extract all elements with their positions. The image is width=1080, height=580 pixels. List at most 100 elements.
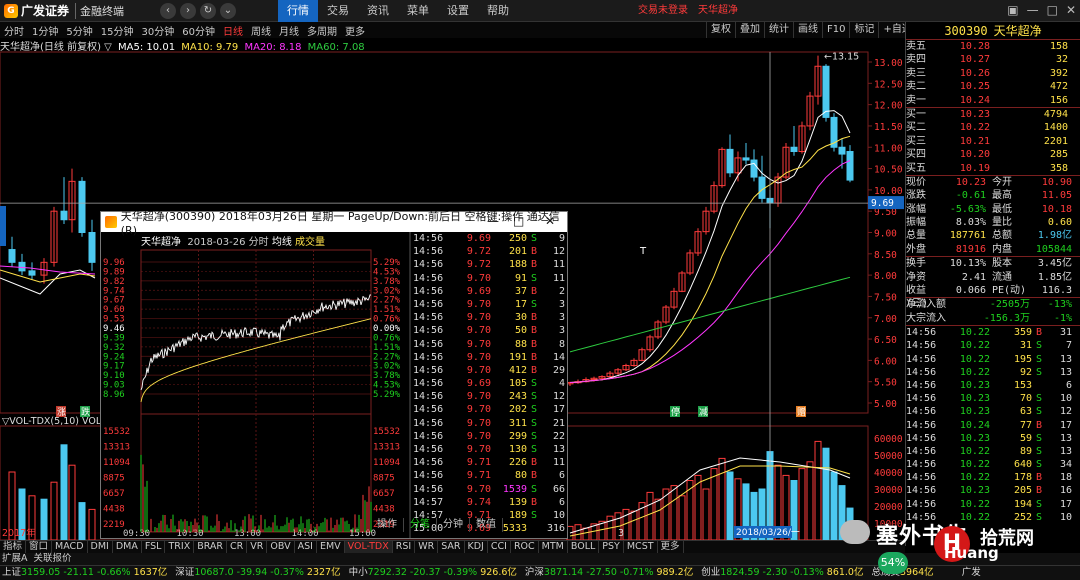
- indicator-tab-2[interactable]: MACD: [52, 541, 88, 553]
- index-item[interactable]: 创业1824.59 -2.30 -0.13% 861.0亿: [701, 566, 863, 580]
- indicator-tab-12[interactable]: EMV: [317, 541, 345, 553]
- indicator-tab-4[interactable]: DMA: [113, 541, 142, 553]
- bid-row[interactable]: 买二 10.22 1400: [906, 121, 1080, 134]
- popup-maximize-icon[interactable]: □: [513, 214, 524, 228]
- ask-row[interactable]: 卖三 10.26 392: [906, 67, 1080, 80]
- menu-0[interactable]: 行情: [278, 0, 318, 22]
- bid-row[interactable]: 买一 10.23 4794: [906, 108, 1080, 121]
- indicator-tab-14[interactable]: RSI: [393, 541, 416, 553]
- indicator-tab-23[interactable]: MCST: [624, 541, 658, 553]
- popup-minimize-icon[interactable]: —: [487, 214, 499, 228]
- period-2[interactable]: 5分钟: [62, 23, 96, 38]
- indicator-tab-7[interactable]: BRAR: [194, 541, 228, 553]
- period-7[interactable]: 周线: [247, 23, 275, 38]
- index-item[interactable]: 沪深3871.14 -27.50 -0.71% 989.2亿: [525, 566, 693, 580]
- bid-row[interactable]: 买四 10.20 285: [906, 148, 1080, 161]
- indicator-tab-22[interactable]: PSY: [599, 541, 624, 553]
- forward-arrow-icon[interactable]: ›: [180, 3, 196, 19]
- period-1[interactable]: 1分钟: [28, 23, 62, 38]
- indicator-tab-19[interactable]: ROC: [511, 541, 539, 553]
- minimize-icon[interactable]: —: [1027, 3, 1039, 17]
- tool-5[interactable]: 标记: [849, 22, 878, 38]
- indicator-tab-3[interactable]: DMI: [88, 541, 113, 553]
- ask-row[interactable]: 卖五 10.28 158: [906, 40, 1080, 53]
- indicator-tab-6[interactable]: TRIX: [165, 541, 195, 553]
- indicator-tab-17[interactable]: KDJ: [465, 541, 488, 553]
- title-bar: G 广发证券 金融终端 ‹ › ↻ ⌄: [0, 0, 1080, 22]
- stock-link[interactable]: 天华超净: [698, 0, 738, 22]
- menu-3[interactable]: 菜单: [398, 0, 438, 22]
- index-item[interactable]: 上证3159.05 -21.11 -0.66% 1637亿: [2, 566, 167, 580]
- indicator-tab-20[interactable]: MTM: [539, 541, 568, 553]
- side-collapse-tab[interactable]: [0, 206, 6, 246]
- indicator-tab-11[interactable]: ASI: [295, 541, 317, 553]
- trade-row: 14:56 9.70 88 B 8: [411, 338, 567, 351]
- tool-4[interactable]: F10: [822, 22, 849, 38]
- indicator-tab-9[interactable]: VR: [247, 541, 268, 553]
- indicator-tab-5[interactable]: FSL: [142, 541, 166, 553]
- tool-0[interactable]: 复权: [706, 22, 735, 38]
- indicator-tab-24[interactable]: 更多: [658, 541, 684, 553]
- menu-4[interactable]: 设置: [438, 0, 478, 22]
- tick-time: 14:56: [906, 340, 937, 352]
- indicator-tab-1[interactable]: 窗口: [26, 541, 53, 553]
- period-9[interactable]: 多周期: [303, 23, 341, 38]
- menu-1[interactable]: 交易: [318, 0, 358, 22]
- tick-direction: B: [1035, 472, 1043, 484]
- indicator-tab-8[interactable]: CR: [227, 541, 248, 553]
- period-5[interactable]: 60分钟: [178, 23, 219, 38]
- tick-list[interactable]: 14:56 10.22 359 B 31 14:56 10.22 31 S 7 14:56 10.22…: [906, 325, 1080, 524]
- period-8[interactable]: 月线: [275, 23, 303, 38]
- trade-count: 11: [552, 272, 565, 284]
- indicator-tab-15[interactable]: WR: [415, 541, 439, 553]
- double-down-icon[interactable]: ⌄: [220, 3, 236, 19]
- level-label: 卖一: [906, 94, 926, 106]
- trade-direction: S: [530, 233, 538, 244]
- trade-volume: 311: [508, 417, 527, 429]
- refresh-icon[interactable]: ↻: [200, 3, 216, 19]
- popup-tab-2[interactable]: 分钟: [437, 518, 470, 532]
- intraday-popup[interactable]: 天华超净(300390) 2018年03月26日 星期一 PageUp/Down…: [100, 210, 568, 539]
- period-3[interactable]: 15分钟: [97, 23, 138, 38]
- bid-row[interactable]: 买五 10.19 358: [906, 162, 1080, 175]
- tool-1[interactable]: 叠加: [735, 22, 764, 38]
- tool-3[interactable]: 画线: [793, 22, 822, 38]
- tool-2[interactable]: 统计: [764, 22, 793, 38]
- back-arrow-icon[interactable]: ‹: [160, 3, 176, 19]
- popup-close-icon[interactable]: ✕: [545, 214, 555, 228]
- popup-tab-0[interactable]: 操作: [371, 518, 404, 532]
- indicator-tab-10[interactable]: OBV: [267, 541, 295, 553]
- bid-row[interactable]: 买三 10.21 2201: [906, 135, 1080, 148]
- index-item[interactable]: 深证10687.0 -39.94 -0.37% 2327亿: [175, 566, 340, 580]
- close-icon[interactable]: ✕: [1066, 3, 1076, 17]
- period-0[interactable]: 分时: [0, 23, 28, 38]
- ask-row[interactable]: 卖一 10.24 156: [906, 94, 1080, 107]
- indicator-tab-21[interactable]: BOLL: [568, 541, 600, 553]
- tick-count: 13: [1059, 432, 1072, 444]
- menu-2[interactable]: 资讯: [358, 0, 398, 22]
- period-10[interactable]: 更多: [341, 23, 369, 38]
- trade-list[interactable]: 14:56 9.69 250 S 9 14:56 9.72 201 B 12 14:56 9.72 18…: [411, 232, 567, 534]
- popup-tab-1[interactable]: 分笔: [404, 518, 437, 532]
- indicator-tab-13[interactable]: VOL-TDX: [344, 541, 393, 553]
- ask-row[interactable]: 卖二 10.25 472: [906, 80, 1080, 93]
- level-volume: 4794: [1043, 108, 1068, 120]
- indicator-tab-16[interactable]: SAR: [438, 541, 465, 553]
- skin-icon[interactable]: ▣: [1007, 3, 1018, 17]
- popup-titlebar[interactable]: 天华超净(300390) 2018年03月26日 星期一 PageUp/Down…: [101, 210, 567, 237]
- tick-count: 17: [1059, 419, 1072, 431]
- menu-5[interactable]: 帮助: [478, 0, 518, 22]
- related-quote-tab[interactable]: 关联报价: [34, 553, 72, 565]
- level-label: 卖五: [906, 41, 926, 52]
- index-item[interactable]: 中小7292.32 -20.37 -0.39% 926.6亿: [349, 566, 517, 580]
- trade-login-link[interactable]: 交易未登录: [638, 0, 688, 22]
- popup-tab-3[interactable]: 数值: [470, 518, 503, 532]
- period-6[interactable]: 日线: [219, 23, 247, 38]
- indicator-tab-18[interactable]: CCI: [488, 541, 511, 553]
- trade-price: 9.69: [466, 378, 491, 390]
- period-4[interactable]: 30分钟: [137, 23, 178, 38]
- maximize-icon[interactable]: □: [1047, 3, 1058, 17]
- ext-a-tab[interactable]: 扩展A: [2, 553, 28, 565]
- indicator-tab-0[interactable]: 指标: [0, 541, 27, 553]
- ask-row[interactable]: 卖四 10.27 32: [906, 53, 1080, 66]
